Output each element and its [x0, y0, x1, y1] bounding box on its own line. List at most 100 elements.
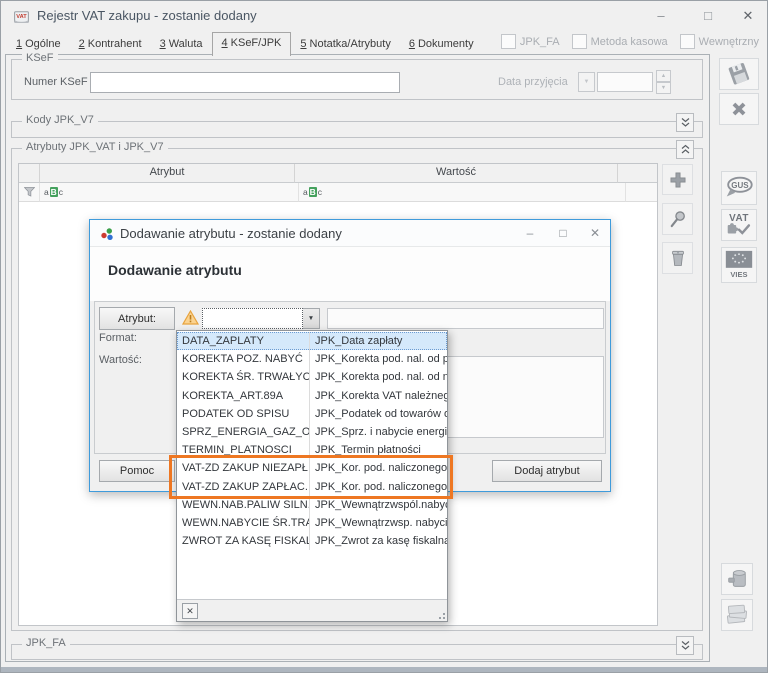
svg-text:VIES: VIES [730, 270, 747, 279]
vat-verify-button[interactable]: VAT [721, 209, 757, 241]
cancel-x-icon [732, 102, 746, 116]
vat-register-icon: VAT [14, 11, 29, 23]
magnifier-icon [670, 211, 685, 228]
filter-atrybut-cell[interactable]: aBc [40, 183, 299, 202]
abc-filter-icon: aBc [303, 187, 322, 197]
dropdown-item[interactable]: ZWROT ZA KASĘ FISKAL JPK_Zwrot za kasę fi… [177, 532, 447, 551]
dropdown-item[interactable]: TERMIN_PLATNOSCI JPK_Termin płatności [177, 441, 447, 460]
header-indicator-cell [19, 164, 40, 183]
dropdown-item[interactable]: VAT-ZD ZAKUP NIEZAPŁ JPK_Kor. pod. nalicz… [177, 459, 447, 478]
dodaj-atrybut-button[interactable]: Dodaj atrybut [492, 460, 602, 482]
header-checkboxes: JPK_FA Metoda kasowa Wewnętrzny [500, 34, 759, 49]
dropdown-item[interactable]: KOREKTA ŚR. TRWAŁYCH JPK_Korekta pod. nal… [177, 368, 447, 387]
dropdown-item[interactable]: WEWN.NAB.PALIW SILN. JPK_Wewnątrzwspól.na… [177, 495, 447, 514]
attribute-name-field [327, 308, 604, 329]
dropdown-clear-button[interactable]: ✕ [182, 603, 198, 619]
dropdown-item[interactable]: VAT-ZD ZAKUP ZAPŁAC. JPK_Kor. pod. nalicz… [177, 477, 447, 496]
filter-filler-cell [626, 183, 657, 202]
kody-jpk-v7-group: Kody JPK_V7 [11, 113, 703, 138]
checkbox-box [679, 34, 695, 49]
data-przyjecia-dropdown-icon: ▼ [578, 72, 595, 92]
cancel-button[interactable] [719, 93, 759, 125]
dropdown-item[interactable]: SPRZ_ENERGIA_GAZ_OO JPK_Sprz. i nabycie e… [177, 422, 447, 442]
vies-eu-flag-icon: VIES [725, 250, 753, 279]
spinner-up-icon: ▲ [656, 70, 671, 82]
dropdown-item[interactable]: DATA_ZAPLATY JPK_Data zapłaty [177, 332, 447, 351]
dialog-heading: Dodawanie atrybutu [108, 262, 242, 278]
save-button[interactable] [719, 58, 759, 90]
data-przyjecia-label: Data przyjęcia [498, 76, 568, 88]
dialog-minimize-button[interactable]: – [515, 220, 545, 247]
atrybuty-group-label: Atrybuty JPK_VAT i JPK_V7 [22, 141, 168, 153]
documents-stack-button [721, 599, 753, 631]
dialog-titlebar: Dodawanie atrybutu - zostanie dodany – □… [90, 220, 610, 247]
double-chevron-up-icon [681, 144, 689, 154]
gus-button[interactable]: GUS [721, 171, 757, 205]
dropdown-item[interactable]: KOREKTA_ART.89AJPK_Korekta VAT należnego… [177, 386, 447, 405]
tab-kontrahent[interactable]: 2 Kontrahent [70, 34, 151, 55]
vat-check-icon: VAT [727, 213, 751, 235]
checkbox-box [571, 34, 587, 49]
resize-grip[interactable] [437, 611, 445, 619]
gus-stamp-icon: GUS [726, 176, 753, 197]
header-wartosc[interactable]: Wartość [295, 164, 618, 183]
dropdown-item[interactable]: WEWN.NABYCIE ŚR.TRAN JPK_Wewnątrzwsp. nab… [177, 513, 447, 533]
save-diskette-icon [728, 63, 750, 85]
tab-ogolne[interactable]: 1 Ogólne [7, 34, 70, 55]
attribute-combo-input[interactable] [202, 308, 303, 329]
attribute-combo-dropdown-button[interactable]: ▼ [303, 308, 320, 329]
atrybuty-collapse-button[interactable] [676, 140, 694, 159]
plus-icon [670, 172, 685, 187]
numer-ksef-label: Numer KSeF [24, 76, 88, 88]
spinner-down-icon: ▼ [656, 82, 671, 94]
tab-notatka-atrybuty[interactable]: 5 Notatka/Atrybuty [291, 34, 399, 55]
header-atrybut[interactable]: Atrybut [40, 164, 295, 183]
window-bottom-strip [1, 667, 767, 672]
double-chevron-down-icon [681, 641, 689, 650]
delete-attribute-button[interactable] [662, 242, 693, 274]
window-maximize-button[interactable]: □ [691, 1, 725, 31]
dropdown-rows: DATA_ZAPLATY JPK_Data zapłaty KOREKTA POZ… [177, 332, 447, 551]
data-przyjecia-field [597, 72, 653, 92]
dialog-maximize-button[interactable]: □ [548, 220, 578, 247]
header-filler-cell [618, 164, 657, 183]
filter-indicator-cell[interactable] [19, 183, 40, 202]
checkbox-box [500, 34, 516, 49]
filter-funnel-icon [23, 187, 35, 197]
table-filter-row: aBc aBc [19, 183, 657, 202]
tab-waluta[interactable]: 3 Waluta [151, 34, 212, 55]
database-barrel-icon [728, 570, 746, 587]
dropdown-item[interactable]: KOREKTA POZ. NABYĆ JPK_Korekta pod. nal. … [177, 350, 447, 369]
window-minimize-button[interactable]: – [644, 1, 678, 31]
ksef-group: KSeF Numer KSeF Data przyjęcia ▼ ▲ ▼ [11, 52, 703, 100]
window-title: Rejestr VAT zakupu - zostanie dodany [37, 8, 257, 23]
dropdown-footer: ✕ [177, 599, 447, 621]
attribute-dots-icon [101, 228, 113, 240]
pomoc-button[interactable]: Pomoc [99, 460, 175, 482]
filter-wartosc-cell[interactable]: aBc [299, 183, 626, 202]
window-close-button[interactable]: ✕ [731, 1, 765, 31]
jpk-fa-expand-button[interactable] [676, 636, 694, 655]
archive-database-button [721, 563, 753, 595]
add-attribute-button[interactable] [662, 164, 693, 195]
kody-jpk-v7-group-label: Kody JPK_V7 [22, 114, 98, 126]
attribute-dropdown-list: DATA_ZAPLATY JPK_Data zapłaty KOREKTA POZ… [176, 330, 448, 622]
tab-dokumenty[interactable]: 6 Dokumenty [400, 34, 483, 55]
numer-ksef-input[interactable] [90, 72, 400, 93]
edit-attribute-button[interactable] [662, 203, 693, 235]
app-window: VAT Rejestr VAT zakupu - zostanie dodany… [0, 0, 768, 673]
kody-jpk-expand-button[interactable] [676, 113, 694, 132]
abc-filter-icon: aBc [44, 187, 63, 197]
jpk-fa-group-label: JPK_FA [22, 637, 70, 649]
dropdown-item[interactable]: PODATEK OD SPISU JPK_Podatek od towarów o… [177, 404, 447, 423]
vies-button[interactable]: VIES [721, 247, 757, 283]
window-titlebar: VAT Rejestr VAT zakupu - zostanie dodany… [1, 1, 767, 31]
wartosc-label: Wartość: [99, 354, 142, 366]
dialog-close-button[interactable]: ✕ [580, 220, 610, 247]
atrybut-select-button[interactable]: Atrybut: [99, 307, 175, 330]
tab-strip: 1 Ogólne 2 Kontrahent 3 Waluta 4 KSeF/JPK 5N… [7, 32, 483, 56]
checkbox-jpk-fa: JPK_FA [500, 34, 560, 49]
svg-text:GUS: GUS [731, 181, 749, 190]
tab-ksef-jpk[interactable]: 4 KSeF/JPK [211, 32, 292, 56]
warning-triangle-icon [182, 310, 199, 325]
